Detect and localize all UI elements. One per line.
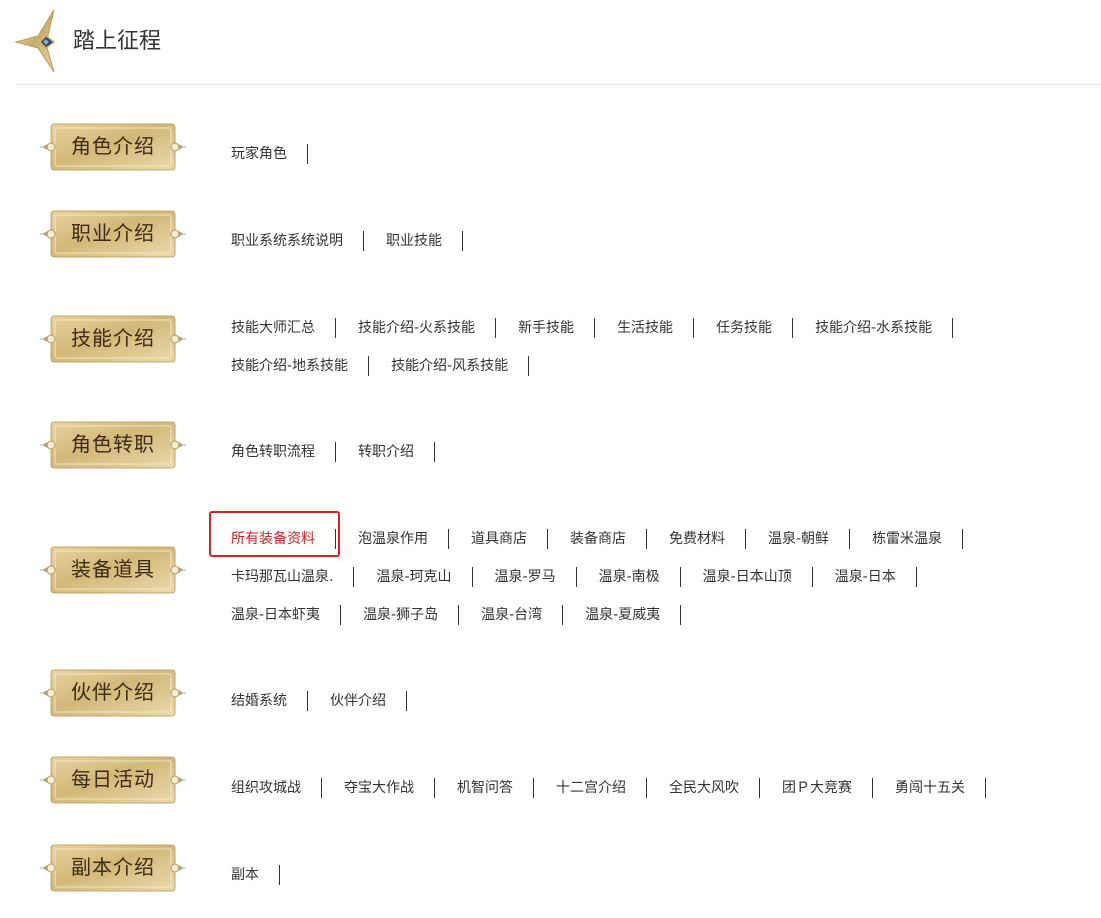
link-row: 结婚系统 伙伴介绍 xyxy=(231,690,1091,728)
nav-link[interactable]: 栋雷米温泉 xyxy=(872,529,964,549)
section-links: 角色转职流程 转职介绍 xyxy=(231,441,1091,479)
page-title: 踏上征程 xyxy=(73,29,162,54)
section-links: 技能大师汇总 技能介绍-火系技能 新手技能 生活技能 任务技能 技能介绍-水系技能技能介绍… xyxy=(231,317,1091,393)
nav-link[interactable]: 温泉-夏威夷 xyxy=(585,605,682,625)
nav-link[interactable]: 技能介绍-火系技能 xyxy=(358,318,497,338)
section-badge-label: 每日活动 xyxy=(71,767,155,791)
nav-link[interactable]: 道具商店 xyxy=(471,529,548,549)
nav-link[interactable]: 温泉-台湾 xyxy=(481,605,564,625)
nav-link[interactable]: 装备商店 xyxy=(570,529,647,549)
nav-link[interactable]: 夺宝大作战 xyxy=(344,778,435,798)
section-badge: 角色介绍 xyxy=(38,121,188,173)
nav-link[interactable]: 十二宫介绍 xyxy=(556,778,647,798)
nav-link[interactable]: 伙伴介绍 xyxy=(330,691,407,711)
nav-link[interactable]: 团Ｐ大竞赛 xyxy=(782,778,873,798)
section-links: 组织攻城战 夺宝大作战 机智问答 十二宫介绍 全民大风吹 团Ｐ大竞赛 勇闯十五关 xyxy=(231,777,1091,815)
section-badge: 技能介绍 xyxy=(38,313,188,365)
section-badge: 副本介绍 xyxy=(38,842,188,894)
link-row: 副本 xyxy=(231,864,1091,902)
compass-emblem-icon xyxy=(14,9,56,73)
section-badge: 每日活动 xyxy=(38,754,188,806)
nav-link[interactable]: 技能大师汇总 xyxy=(231,318,336,338)
nav-link[interactable]: 职业技能 xyxy=(386,231,463,251)
nav-link[interactable]: 温泉-朝鲜 xyxy=(768,529,851,549)
section-badge-label: 副本介绍 xyxy=(71,855,155,879)
section-links: 结婚系统 伙伴介绍 xyxy=(231,690,1091,728)
nav-link[interactable]: 角色转职流程 xyxy=(231,442,336,462)
link-row: 技能大师汇总 技能介绍-火系技能 新手技能 生活技能 任务技能 技能介绍-水系技能 xyxy=(231,317,1091,355)
nav-link[interactable]: 全民大风吹 xyxy=(669,778,760,798)
nav-link[interactable]: 免费材料 xyxy=(669,529,746,549)
section-badge-label: 角色介绍 xyxy=(71,134,155,158)
link-row: 卡玛那瓦山温泉. 温泉-珂克山 温泉-罗马 温泉-南极 温泉-日本山顶 温泉-日本 xyxy=(231,566,1091,604)
nav-link[interactable]: 温泉-罗马 xyxy=(495,567,577,587)
nav-link[interactable]: 转职介绍 xyxy=(358,442,435,462)
link-row: 所有装备资料 泡温泉作用 道具商店 装备商店 免费材料 温泉-朝鲜 栋雷米温泉 xyxy=(231,528,1091,566)
link-row: 职业系统系统说明 职业技能 xyxy=(231,230,1091,268)
nav-link[interactable]: 新手技能 xyxy=(518,318,596,338)
nav-link[interactable]: 机智问答 xyxy=(457,778,534,798)
link-row: 技能介绍-地系技能 技能介绍-风系技能 xyxy=(231,355,1091,393)
nav-link[interactable]: 温泉-珂克山 xyxy=(376,567,473,587)
section-badge: 伙伴介绍 xyxy=(38,667,188,719)
nav-link[interactable]: 玩家角色 xyxy=(231,144,308,164)
section-badge-label: 伙伴介绍 xyxy=(71,680,155,704)
nav-link[interactable]: 温泉-日本 xyxy=(835,567,917,587)
nav-link[interactable]: 卡玛那瓦山温泉. xyxy=(231,567,355,587)
nav-link[interactable]: 技能介绍-风系技能 xyxy=(391,356,530,376)
nav-link[interactable]: 温泉-南极 xyxy=(599,567,681,587)
nav-link[interactable]: 生活技能 xyxy=(617,318,695,338)
nav-link[interactable]: 温泉-日本虾夷 xyxy=(231,605,342,625)
nav-link[interactable]: 结婚系统 xyxy=(231,691,308,711)
section-links: 职业系统系统说明 职业技能 xyxy=(231,230,1091,268)
section-badge: 装备道具 xyxy=(38,544,188,596)
nav-link[interactable]: 技能介绍-地系技能 xyxy=(231,356,370,376)
link-row: 温泉-日本虾夷 温泉-狮子岛 温泉-台湾 温泉-夏威夷 xyxy=(231,604,1091,642)
link-row: 组织攻城战 夺宝大作战 机智问答 十二宫介绍 全民大风吹 团Ｐ大竞赛 勇闯十五关 xyxy=(231,777,1091,815)
link-row: 玩家角色 xyxy=(231,143,1091,181)
section-badge-label: 技能介绍 xyxy=(71,326,155,350)
nav-link[interactable]: 任务技能 xyxy=(716,318,794,338)
section-badge-label: 装备道具 xyxy=(71,557,155,581)
nav-link[interactable]: 副本 xyxy=(231,865,280,885)
highlight-box xyxy=(209,511,340,557)
section-links: 所有装备资料 泡温泉作用 道具商店 装备商店 免费材料 温泉-朝鲜 栋雷米温泉 卡玛那瓦山温泉… xyxy=(231,528,1091,642)
section-links: 玩家角色 xyxy=(231,143,1091,181)
nav-link[interactable]: 职业系统系统说明 xyxy=(231,231,364,251)
nav-link[interactable]: 温泉-狮子岛 xyxy=(363,605,460,625)
section-badge: 职业介绍 xyxy=(38,208,188,260)
section-badge: 角色转职 xyxy=(38,419,188,471)
nav-link[interactable]: 勇闯十五关 xyxy=(895,778,986,798)
section-badge-label: 角色转职 xyxy=(71,432,155,456)
page-header: 踏上征程 xyxy=(0,0,1101,85)
nav-link[interactable]: 技能介绍-水系技能 xyxy=(815,318,954,338)
section-links: 副本 xyxy=(231,864,1091,902)
section-badge-label: 职业介绍 xyxy=(71,221,155,245)
nav-link[interactable]: 温泉-日本山顶 xyxy=(703,567,813,587)
link-row: 角色转职流程 转职介绍 xyxy=(231,441,1091,479)
nav-link[interactable]: 组织攻城战 xyxy=(231,778,322,798)
header-divider xyxy=(16,84,1101,85)
nav-link[interactable]: 泡温泉作用 xyxy=(358,529,449,549)
